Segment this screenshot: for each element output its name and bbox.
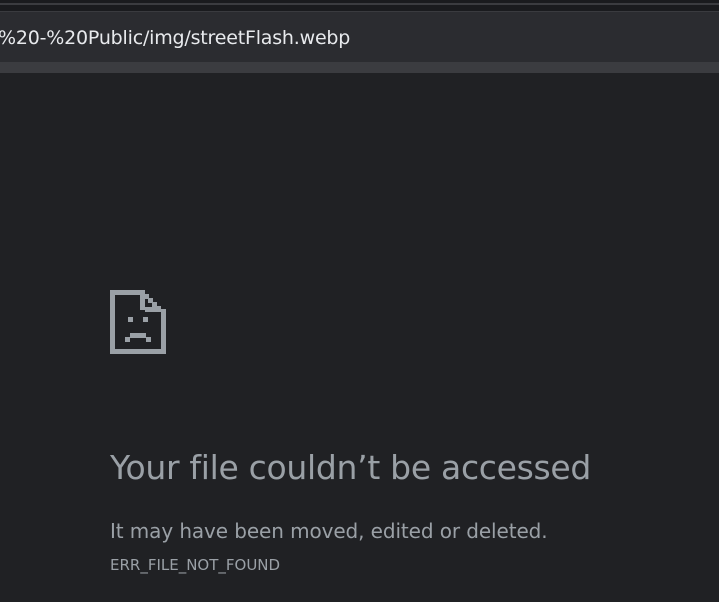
browser-top-strip bbox=[0, 0, 719, 11]
sad-file-icon bbox=[110, 290, 166, 354]
address-url-text[interactable]: %20-%20Public/img/streetFlash.webp bbox=[0, 25, 350, 51]
error-code: ERR_FILE_NOT_FOUND bbox=[110, 556, 281, 574]
error-title: Your file couldn’t be accessed bbox=[110, 448, 592, 488]
error-message: It may have been moved, edited or delete… bbox=[110, 519, 548, 543]
sad-file-icon-svg bbox=[110, 290, 166, 354]
address-bar-separator bbox=[0, 62, 719, 73]
browser-top-border bbox=[0, 3, 719, 5]
